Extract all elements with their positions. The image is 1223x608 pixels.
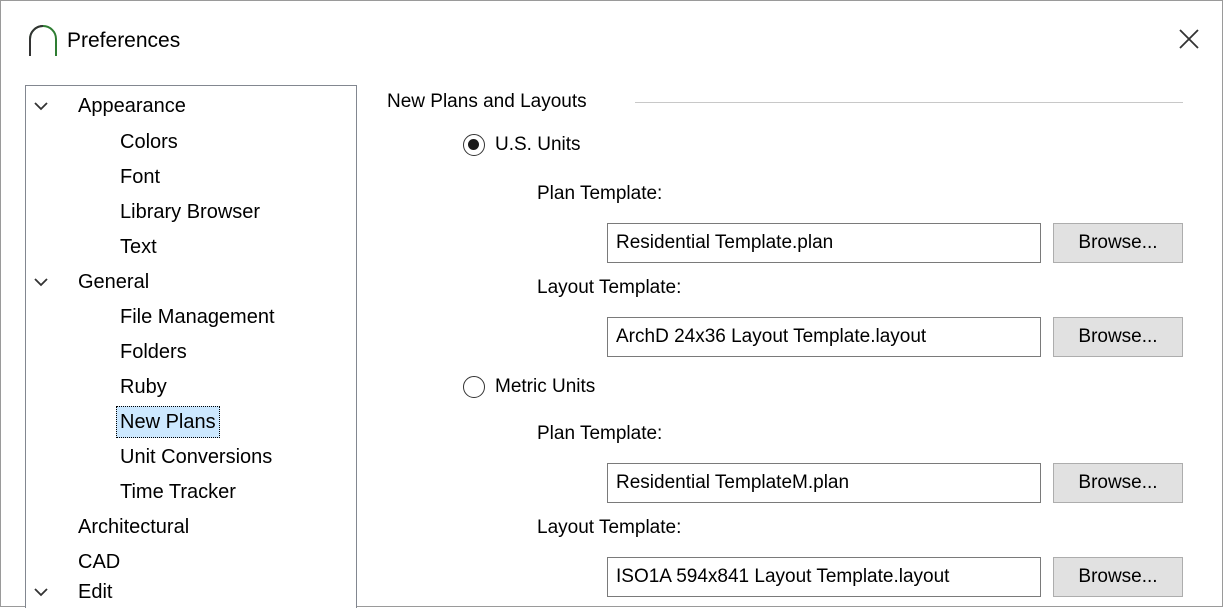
chevron-down-icon[interactable] [34,585,48,599]
tree-item-label: Font [120,166,161,188]
metric-layout-template-input[interactable] [607,557,1041,597]
tree-item-label: Architectural [78,516,190,538]
radio-button-checked[interactable] [463,134,485,156]
preferences-tree[interactable]: Appearance Colors Font Library Browser T… [25,85,357,608]
metric-layout-template-label: Layout Template: [537,517,682,538]
us-units-label: U.S. Units [495,134,581,155]
new-plans-panel: New Plans and Layouts U.S. Units Plan Te… [371,85,1211,608]
tree-item-label: Time Tracker [120,481,236,503]
us-layout-browse-button[interactable]: Browse... [1053,317,1183,357]
tree-item-label: Text [120,236,157,258]
tree-item-label: Library Browser [120,201,261,223]
title-bar: Preferences [1,1,1222,81]
us-plan-browse-button[interactable]: Browse... [1053,223,1183,263]
metric-units-label: Metric Units [495,376,596,397]
chevron-down-icon[interactable] [34,99,48,113]
close-icon [1179,29,1199,49]
metric-layout-browse-button[interactable]: Browse... [1053,557,1183,597]
close-button[interactable] [1169,19,1209,59]
metric-plan-template-label: Plan Template: [537,423,663,444]
group-title: New Plans and Layouts [387,91,587,112]
us-plan-template-input[interactable] [607,223,1041,263]
arch-logo-icon [29,25,57,56]
tree-item-label: File Management [120,306,275,328]
tree-item-label: Appearance [78,95,186,117]
metric-plan-template-input[interactable] [607,463,1041,503]
window-title: Preferences [67,29,181,52]
tree-item-label: Unit Conversions [120,446,273,468]
metric-plan-browse-button[interactable]: Browse... [1053,463,1183,503]
tree-item-label: Edit [78,581,113,603]
tree-item-label: Ruby [120,376,167,398]
tree-item-label: New Plans [116,406,220,438]
tree-item-label: General [78,271,150,293]
tree-item-label: Colors [120,131,178,153]
radio-button-unchecked[interactable] [463,376,485,398]
us-layout-template-label: Layout Template: [537,277,682,298]
preferences-dialog: Preferences Appearance Colors Font Libra… [0,0,1223,608]
tree-item-label: CAD [78,551,121,573]
tree-item-label: Folders [120,341,187,363]
us-layout-template-input[interactable] [607,317,1041,357]
group-divider [635,102,1183,103]
chevron-down-icon[interactable] [34,275,48,289]
us-plan-template-label: Plan Template: [537,183,663,204]
